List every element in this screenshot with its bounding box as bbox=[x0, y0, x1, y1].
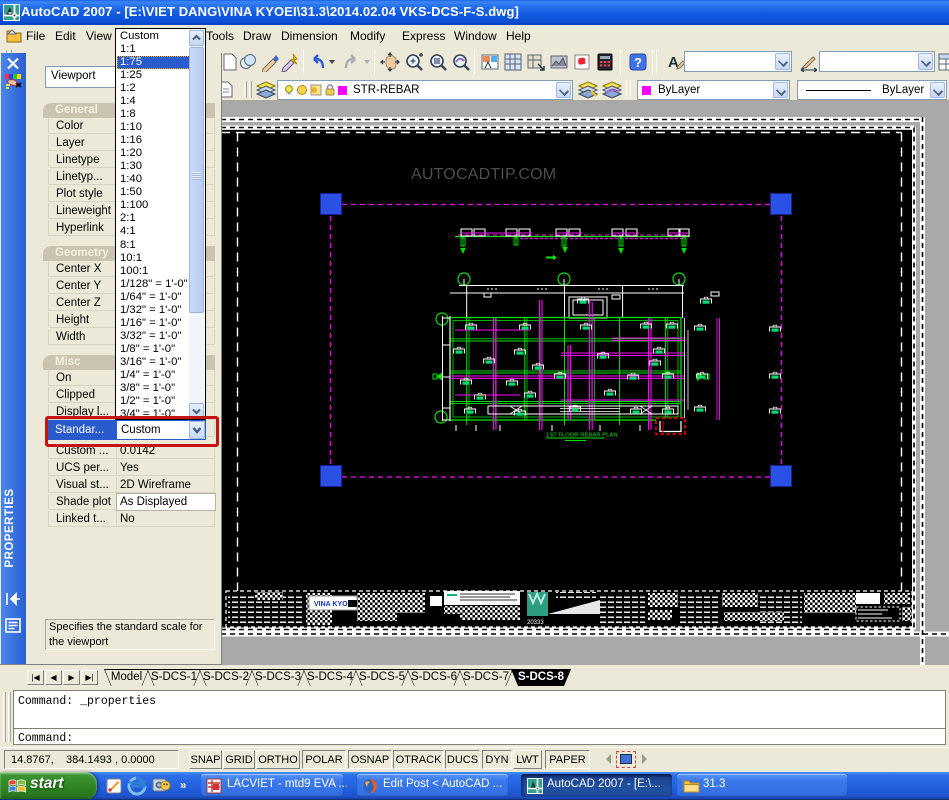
svg-text:AUTOCADTIP.COM: AUTOCADTIP.COM bbox=[411, 166, 556, 183]
svg-text:20333: 20333 bbox=[527, 620, 544, 626]
svg-text:?: ? bbox=[634, 55, 642, 70]
